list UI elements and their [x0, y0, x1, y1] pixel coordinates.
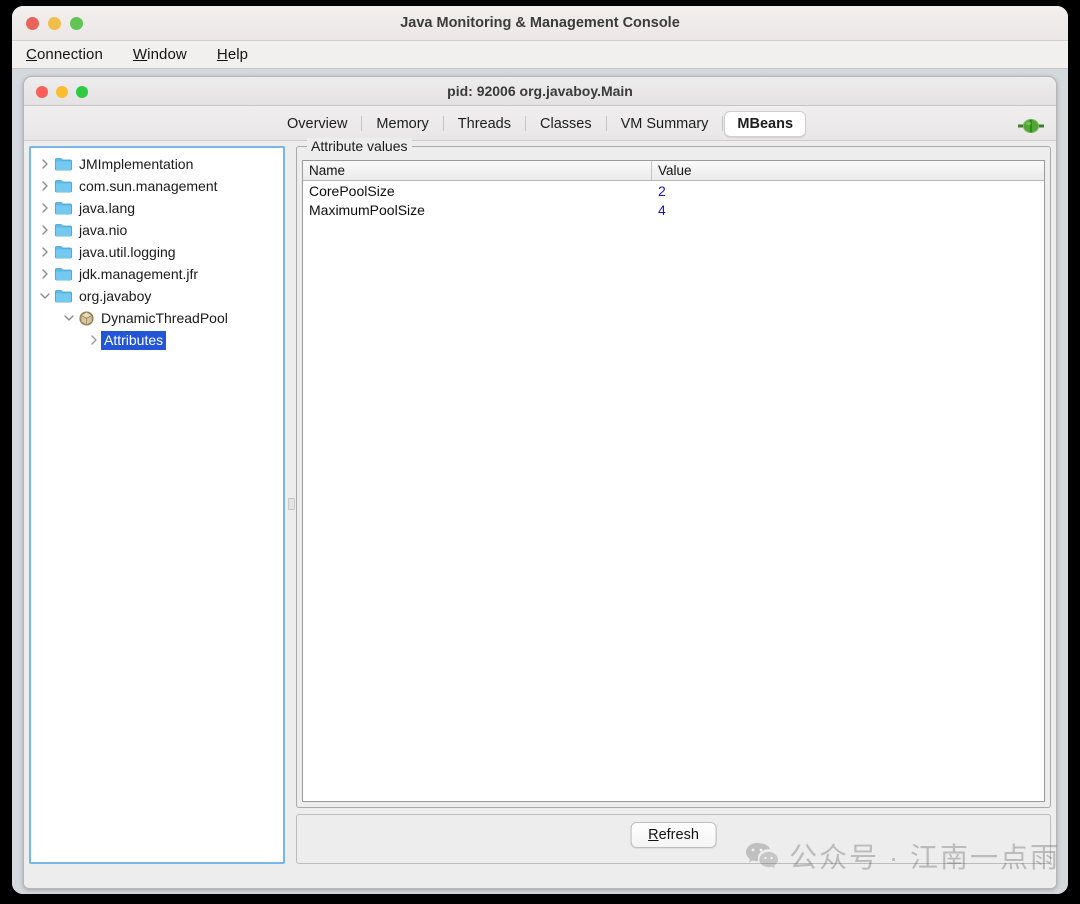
tab-separator — [722, 116, 724, 131]
folder-icon — [55, 245, 72, 259]
folder-icon — [55, 223, 72, 237]
split-pane-grip[interactable] — [288, 498, 295, 510]
tree-node-label: com.sun.management — [79, 177, 218, 194]
attribute-value[interactable]: 2 — [652, 183, 1044, 199]
menu-connection-label: onnection — [36, 46, 103, 63]
chevron-right-icon[interactable] — [37, 178, 53, 194]
menu-connection[interactable]: Connection — [26, 46, 103, 63]
folder-icon — [55, 157, 72, 171]
menu-help-label: elp — [227, 46, 249, 63]
refresh-button[interactable]: Refresh — [630, 822, 717, 848]
tree-node-jdk-management-jfr[interactable]: jdk.management.jfr — [31, 263, 283, 285]
mbeans-main-area: JMImplementation com.sun.management java… — [24, 138, 1056, 888]
tree-node-com-sun-management[interactable]: com.sun.management — [31, 175, 283, 197]
refresh-button-label: efresh — [658, 827, 699, 843]
tree-node-jmimplementation[interactable]: JMImplementation — [31, 153, 283, 175]
tree-node-label: java.nio — [79, 221, 128, 238]
tab-memory[interactable]: Memory — [363, 111, 441, 137]
chevron-right-icon[interactable] — [37, 244, 53, 260]
split-pane-divider[interactable] — [287, 146, 295, 864]
window-title: Java Monitoring & Management Console — [400, 15, 680, 31]
tab-separator — [605, 116, 607, 131]
chevron-right-icon[interactable] — [37, 156, 53, 172]
tab-vm-summary[interactable]: VM Summary — [608, 111, 722, 137]
tree-node-label: org.javaboy — [79, 287, 152, 304]
chevron-right-icon[interactable] — [37, 222, 53, 238]
chevron-down-icon[interactable] — [61, 310, 77, 326]
menu-help[interactable]: Help — [217, 46, 248, 63]
desktop-pane: pid: 92006 org.javaboy.Main Overview Mem… — [12, 69, 1068, 894]
attribute-values-group: Attribute values Name Value CorePoolSize… — [296, 138, 1051, 808]
tree-node-label: java.lang — [79, 199, 136, 216]
tab-separator — [525, 116, 526, 131]
chevron-right-icon[interactable] — [86, 332, 102, 348]
menu-window[interactable]: Window — [133, 46, 187, 63]
tree-node-label: DynamicThreadPool — [101, 309, 228, 326]
tab-overview[interactable]: Overview — [274, 111, 360, 137]
mbean-icon — [79, 310, 94, 326]
tree-node-java-util-logging[interactable]: java.util.logging — [31, 241, 283, 263]
desktop-background: pid: 92006 org.javaboy.Main Overview Mem… — [12, 69, 1068, 894]
attribute-values-table[interactable]: Name Value CorePoolSize 2 MaximumPoolSiz… — [302, 160, 1045, 802]
column-header-name[interactable]: Name — [303, 161, 652, 180]
attribute-values-title: Attribute values — [307, 138, 412, 154]
connection-plug-icon[interactable] — [1018, 119, 1044, 133]
chevron-right-icon[interactable] — [37, 200, 53, 216]
table-row[interactable]: CorePoolSize 2 — [303, 181, 1044, 200]
tree-node-java-lang[interactable]: java.lang — [31, 197, 283, 219]
tree-node-label: JMImplementation — [79, 155, 194, 172]
folder-icon — [55, 267, 72, 281]
tree-node-org-javaboy[interactable]: org.javaboy — [31, 285, 283, 307]
tab-classes[interactable]: Classes — [527, 111, 605, 137]
folder-icon — [55, 179, 72, 193]
window-titlebar: Java Monitoring & Management Console — [12, 6, 1068, 41]
tab-separator — [442, 116, 444, 131]
internal-frame-titlebar: pid: 92006 org.javaboy.Main — [24, 77, 1056, 106]
chevron-right-icon[interactable] — [37, 266, 53, 282]
internal-frame-title: pid: 92006 org.javaboy.Main — [447, 83, 633, 99]
tab-threads[interactable]: Threads — [445, 111, 524, 137]
tab-bar: Overview Memory Threads Classes VM Summa… — [24, 106, 1056, 141]
tree-node-label: Attributes — [101, 330, 167, 350]
menu-window-label: indow — [147, 46, 187, 63]
mbean-tree-panel[interactable]: JMImplementation com.sun.management java… — [29, 146, 285, 864]
chevron-down-icon[interactable] — [37, 288, 53, 304]
tab-mbeans[interactable]: MBeans — [724, 110, 807, 137]
attribute-name: CorePoolSize — [309, 182, 395, 199]
mbean-tree: JMImplementation com.sun.management java… — [31, 153, 283, 351]
tree-node-attributes[interactable]: Attributes — [31, 329, 283, 351]
tree-node-dynamicthreadpool[interactable]: DynamicThreadPool — [31, 307, 283, 329]
folder-icon — [55, 289, 72, 303]
connection-internal-frame: pid: 92006 org.javaboy.Main Overview Mem… — [23, 76, 1057, 889]
tree-node-java-nio[interactable]: java.nio — [31, 219, 283, 241]
attribute-name: MaximumPoolSize — [309, 201, 425, 218]
folder-icon — [55, 201, 72, 215]
tree-node-label: jdk.management.jfr — [79, 265, 199, 282]
column-header-value[interactable]: Value — [652, 161, 1044, 180]
mbean-detail-panel: Attribute values Name Value CorePoolSize… — [296, 138, 1051, 883]
tree-node-label: java.util.logging — [79, 243, 176, 260]
main-application-window: Java Monitoring & Management Console Con… — [12, 6, 1068, 894]
menubar: Connection Window Help — [12, 41, 1068, 69]
tab-list: Overview Memory Threads Classes VM Summa… — [24, 110, 1056, 137]
table-header-row: Name Value — [303, 161, 1044, 181]
table-row[interactable]: MaximumPoolSize 4 — [303, 200, 1044, 219]
action-footer-panel: Refresh — [296, 814, 1051, 864]
tab-separator — [361, 116, 363, 131]
attribute-value[interactable]: 4 — [652, 202, 1044, 218]
